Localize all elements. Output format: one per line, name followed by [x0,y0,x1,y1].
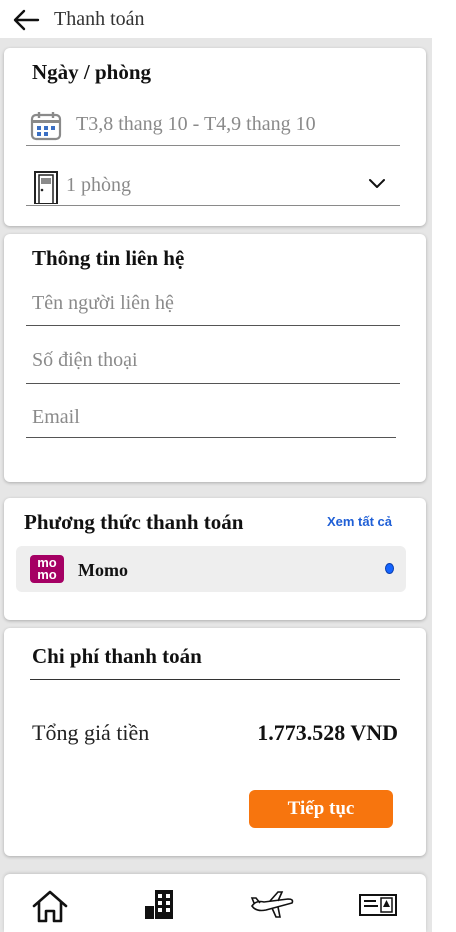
rooms-field[interactable]: 1 phòng [26,170,400,206]
momo-logo: mo mo [30,555,64,583]
booking-card: Ngày / phòng T3,8 thang 10 - T4,9 thang … [4,48,426,226]
cost-divider [30,679,400,680]
arrow-left-icon[interactable] [12,8,40,32]
chevron-down-icon[interactable] [368,176,386,190]
hotel-icon[interactable] [141,886,181,920]
bottom-nav [4,874,426,932]
phone-input[interactable] [26,346,400,384]
door-icon [34,170,58,204]
home-icon[interactable] [30,888,70,924]
contact-card: Thông tin liên hệ [4,234,426,482]
total-label: Tổng giá tiền [32,720,150,745]
page-title: Thanh toán [54,8,145,30]
flight-icon[interactable] [248,890,296,920]
payment-method-label: Momo [78,560,128,580]
calendar-icon [30,111,62,140]
rooms-value: 1 phòng [66,174,131,196]
total-value: 1.773.528 VND [257,720,398,745]
cost-card: Chi phí thanh toán Tổng giá tiền 1.773.5… [4,628,426,856]
continue-button[interactable]: Tiếp tục [249,790,393,828]
email-input[interactable] [26,406,396,438]
contact-title: Thông tin liên hệ [32,246,185,270]
date-range-value: T3,8 thang 10 - T4,9 thang 10 [76,113,316,135]
selected-radio[interactable] [385,563,394,574]
payment-card: Phương thức thanh toán Xem tất cả mo mo … [4,498,426,620]
top-bar: Thanh toán [0,0,456,40]
booking-title: Ngày / phòng [32,60,152,84]
payment-title: Phương thức thanh toán [24,510,244,534]
ticket-icon[interactable] [356,890,400,920]
date-range-field[interactable]: T3,8 thang 10 - T4,9 thang 10 [26,110,400,146]
see-all-link[interactable]: Xem tất cả [327,514,392,529]
contact-name-input[interactable] [26,290,400,326]
cost-title: Chi phí thanh toán [32,644,202,668]
payment-method-momo[interactable]: mo mo Momo [16,546,406,592]
